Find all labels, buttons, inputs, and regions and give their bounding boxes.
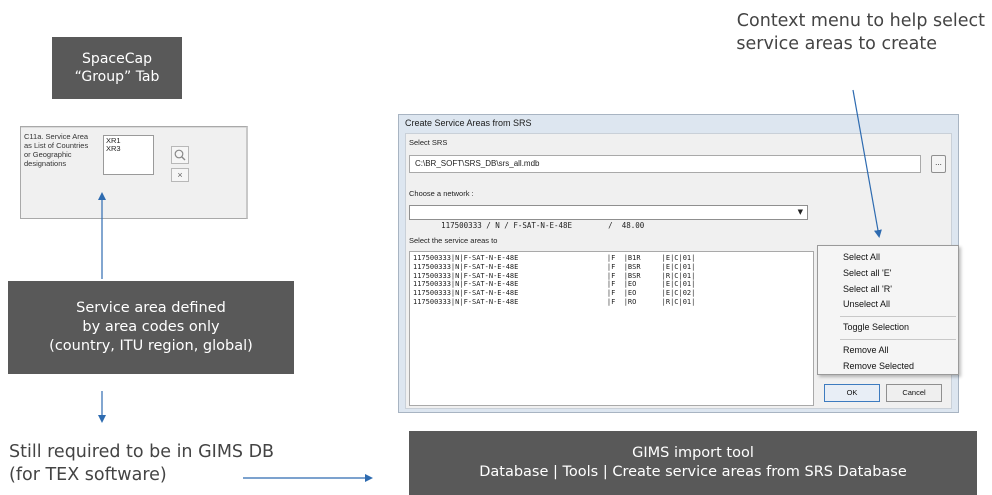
connector-arrows — [98, 89, 882, 482]
arrow-to-context-menu — [852, 89, 882, 238]
